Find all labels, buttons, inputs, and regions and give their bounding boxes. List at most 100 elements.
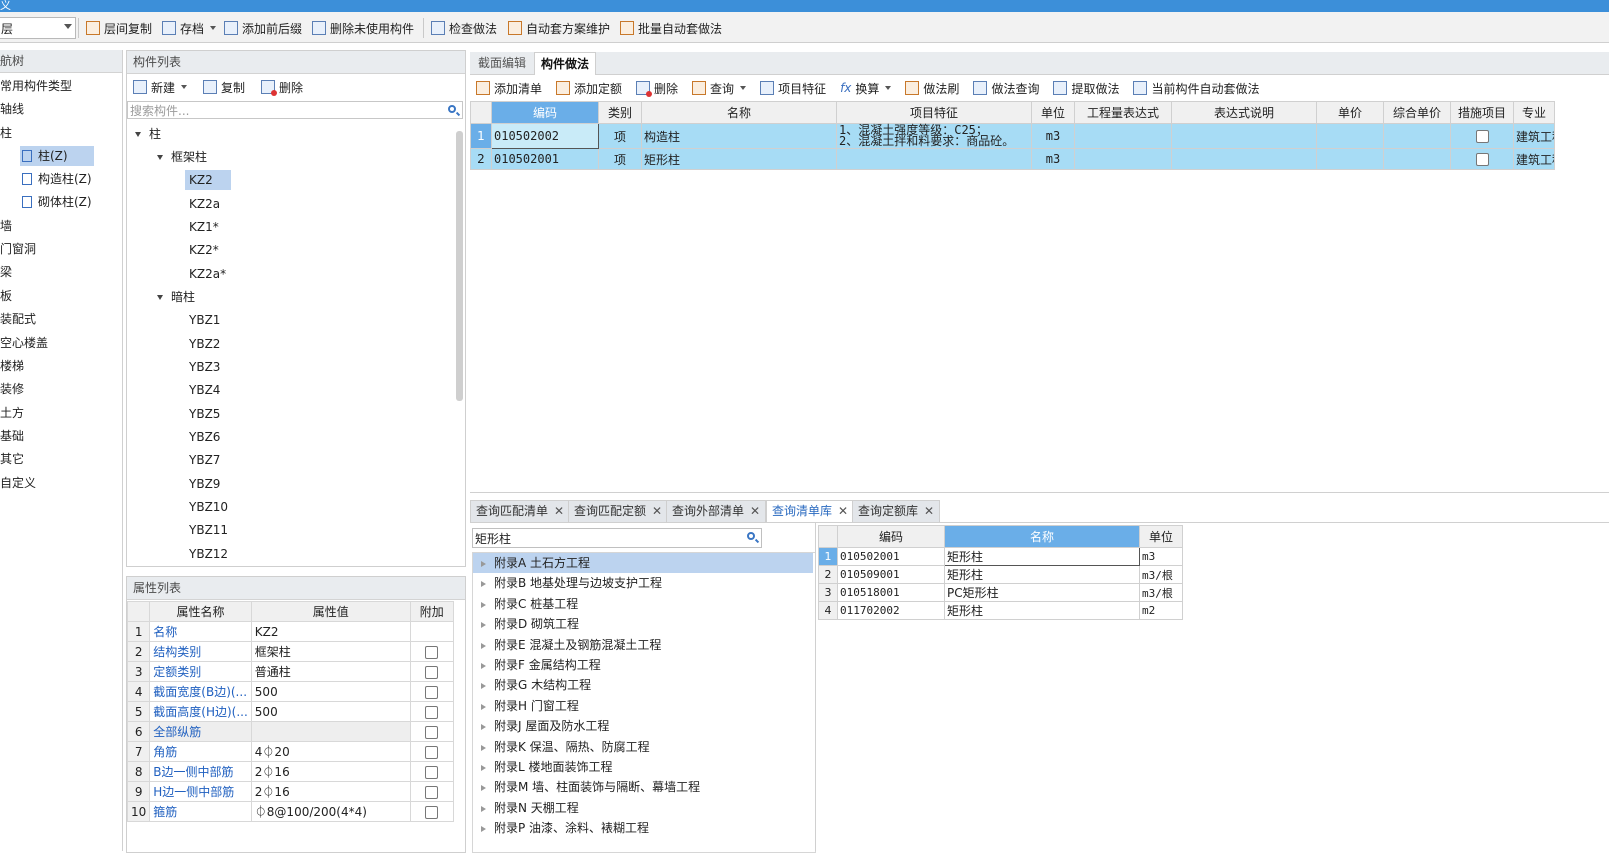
- appendix-item[interactable]: 附录K 保温、隔热、防腐工程: [473, 737, 813, 757]
- expand-icon[interactable]: [135, 132, 141, 137]
- expand-icon[interactable]: [481, 662, 486, 669]
- tree-leaf[interactable]: YBZ10: [189, 497, 228, 517]
- expand-icon[interactable]: [481, 580, 486, 587]
- tab-query-list-library[interactable]: 查询清单库 ✕: [766, 500, 855, 522]
- tree-root[interactable]: 柱: [135, 124, 161, 144]
- header-cell[interactable]: 工程量表达式: [1074, 101, 1172, 124]
- nav-item[interactable]: 土方: [0, 403, 24, 423]
- header-cell[interactable]: 单价: [1316, 101, 1384, 124]
- type-cell[interactable]: 项: [598, 123, 642, 149]
- price-cell[interactable]: [1316, 148, 1384, 170]
- header-cell[interactable]: 编码: [837, 525, 945, 548]
- attach-checkbox[interactable]: [425, 645, 439, 659]
- appendix-item[interactable]: 附录F 金属结构工程: [473, 655, 813, 675]
- header-cell[interactable]: 单位: [1139, 525, 1183, 548]
- auto-scheme-button[interactable]: 自动套方案维护: [508, 17, 610, 39]
- copy-between-floors-button[interactable]: 层间复制: [86, 17, 152, 39]
- nav-item[interactable]: 墙: [0, 216, 12, 236]
- table-row[interactable]: 2 010502001 项 矩形柱 m3 建筑工程: [470, 148, 1555, 170]
- attribute-value[interactable]: 500: [250, 701, 411, 722]
- close-icon[interactable]: ✕: [838, 504, 848, 518]
- expand-icon[interactable]: [481, 723, 486, 730]
- convert-button[interactable]: fx 换算: [840, 80, 892, 97]
- unit-cell[interactable]: m3: [1031, 148, 1075, 170]
- unit-cell[interactable]: m2: [1139, 601, 1183, 620]
- tree-leaf[interactable]: KZ2a: [189, 194, 220, 214]
- floor-combo[interactable]: 层: [0, 17, 76, 39]
- attribute-value[interactable]: 框架柱: [250, 641, 411, 662]
- expand-icon[interactable]: [481, 764, 486, 771]
- delete-unused-button[interactable]: 删除未使用构件: [312, 17, 414, 39]
- attribute-value[interactable]: 500: [250, 681, 411, 702]
- add-prefix-suffix-button[interactable]: 添加前后缀: [224, 17, 302, 39]
- tree-leaf[interactable]: YBZ9: [189, 474, 220, 494]
- archive-button[interactable]: 存档: [162, 17, 217, 39]
- tree-leaf[interactable]: YBZ2: [189, 334, 220, 354]
- tree-leaf[interactable]: YBZ3: [189, 357, 220, 377]
- nav-item[interactable]: 装修: [0, 379, 24, 399]
- header-cell[interactable]: 表达式说明: [1171, 101, 1317, 124]
- unit-cell[interactable]: m3: [1031, 123, 1075, 149]
- tree-leaf[interactable]: YBZ6: [189, 427, 220, 447]
- unit-cell[interactable]: m3: [1139, 547, 1183, 566]
- tree-leaf[interactable]: YBZ4: [189, 380, 220, 400]
- tree-leaf[interactable]: YBZ11: [189, 520, 228, 540]
- tree-leaf[interactable]: YBZ1: [189, 310, 220, 330]
- nav-item[interactable]: 板: [0, 286, 12, 306]
- attribute-value[interactable]: 普通柱: [250, 661, 411, 682]
- attribute-value[interactable]: 4⏀20: [250, 741, 411, 762]
- appendix-item[interactable]: 附录C 桩基工程: [473, 594, 813, 614]
- type-cell[interactable]: 项: [598, 148, 642, 170]
- appendix-item[interactable]: 附录N 天棚工程: [473, 798, 813, 818]
- tree-leaf[interactable]: YBZ5: [189, 404, 220, 424]
- expand-icon[interactable]: [481, 642, 486, 649]
- appendix-item[interactable]: 附录D 砌筑工程: [473, 614, 813, 634]
- close-icon[interactable]: ✕: [750, 504, 760, 518]
- component-search-input[interactable]: 搜索构件...: [127, 101, 463, 119]
- nav-item[interactable]: 装配式: [0, 309, 36, 329]
- code-cell[interactable]: 010502001: [491, 148, 599, 170]
- appendix-item[interactable]: 附录E 混凝土及钢筋混凝土工程: [473, 635, 813, 655]
- tab-query-external-list[interactable]: 查询外部清单 ✕: [666, 500, 767, 522]
- major-cell[interactable]: 建筑工程: [1513, 123, 1555, 149]
- attach-checkbox[interactable]: [425, 785, 439, 799]
- appendix-item[interactable]: 附录M 墙、柱面装饰与隔断、幕墙工程: [473, 777, 813, 797]
- search-icon[interactable]: [747, 532, 755, 540]
- close-icon[interactable]: ✕: [652, 504, 662, 518]
- nav-sub-masonry-column[interactable]: 砌体柱(Z): [20, 192, 92, 212]
- tab-query-quota-library[interactable]: 查询定额库 ✕: [852, 500, 941, 522]
- name-cell[interactable]: 矩形柱: [944, 601, 1140, 620]
- method-query-button[interactable]: 做法查询: [973, 80, 1039, 97]
- tree-leaf[interactable]: YBZ7: [189, 450, 220, 470]
- tab-section-edit[interactable]: 截面编辑: [472, 52, 532, 74]
- tree-group[interactable]: 暗柱: [157, 287, 195, 307]
- close-icon[interactable]: ✕: [924, 504, 934, 518]
- tab-query-match-quota[interactable]: 查询匹配定额 ✕: [568, 500, 669, 522]
- unit-cell[interactable]: m3/根: [1139, 565, 1183, 584]
- header-cell[interactable]: 名称: [641, 101, 837, 124]
- attribute-value[interactable]: KZ2: [250, 621, 411, 642]
- header-cell[interactable]: 名称: [944, 525, 1140, 548]
- tree-leaf[interactable]: KZ2: [185, 170, 231, 190]
- check-method-button[interactable]: 检查做法: [431, 17, 497, 39]
- expression-cell[interactable]: [1074, 148, 1172, 170]
- batch-auto-method-button[interactable]: 批量自动套做法: [620, 17, 722, 39]
- nav-item[interactable]: 梁: [0, 262, 12, 282]
- expand-icon[interactable]: [481, 744, 486, 751]
- attach-checkbox[interactable]: [425, 765, 439, 779]
- attach-checkbox[interactable]: [425, 685, 439, 699]
- attribute-value[interactable]: 2⏀16: [250, 761, 411, 782]
- nav-item[interactable]: 自定义: [0, 473, 36, 493]
- attribute-value[interactable]: ⏀8@100/200(4*4): [250, 801, 411, 822]
- name-cell[interactable]: 矩形柱: [944, 565, 1140, 584]
- expand-icon[interactable]: [157, 295, 163, 300]
- expression-cell[interactable]: [1074, 123, 1172, 149]
- attach-checkbox[interactable]: [425, 665, 439, 679]
- table-row[interactable]: 1 010502002 项 构造柱 1、混凝土强度等级：C25； 2、混凝土拌和料…: [470, 123, 1555, 149]
- delete-method-button[interactable]: 删除: [636, 80, 678, 97]
- expand-icon[interactable]: [481, 621, 486, 628]
- nav-item[interactable]: 常用构件类型: [0, 76, 72, 96]
- search-icon[interactable]: [448, 105, 456, 113]
- header-cell[interactable]: 类别: [598, 101, 642, 124]
- expand-icon[interactable]: [481, 601, 486, 608]
